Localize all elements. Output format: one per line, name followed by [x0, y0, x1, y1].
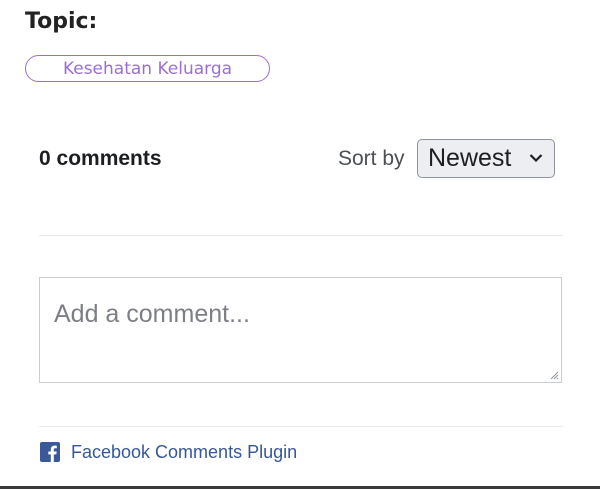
facebook-icon [40, 442, 60, 462]
facebook-plugin-link[interactable]: Facebook Comments Plugin [40, 441, 297, 463]
sort-label: Sort by [338, 147, 405, 170]
sort-select[interactable]: Newest [417, 139, 555, 178]
sort-select-value: Newest [428, 144, 512, 172]
facebook-plugin-label: Facebook Comments Plugin [71, 441, 298, 462]
comment-input-placeholder: Add a comment... [54, 300, 250, 328]
chevron-down-icon [529, 154, 543, 163]
comment-count: 0 comments [39, 147, 162, 170]
topic-tag-label: Kesehatan Keluarga [62, 58, 233, 79]
comment-input[interactable]: Add a comment... [39, 277, 562, 383]
divider-top [39, 235, 563, 236]
divider-bottom [39, 426, 563, 427]
topic-tag[interactable]: Kesehatan Keluarga [25, 55, 270, 82]
resize-handle-icon[interactable] [549, 370, 559, 380]
topic-label: Topic: [25, 9, 98, 34]
